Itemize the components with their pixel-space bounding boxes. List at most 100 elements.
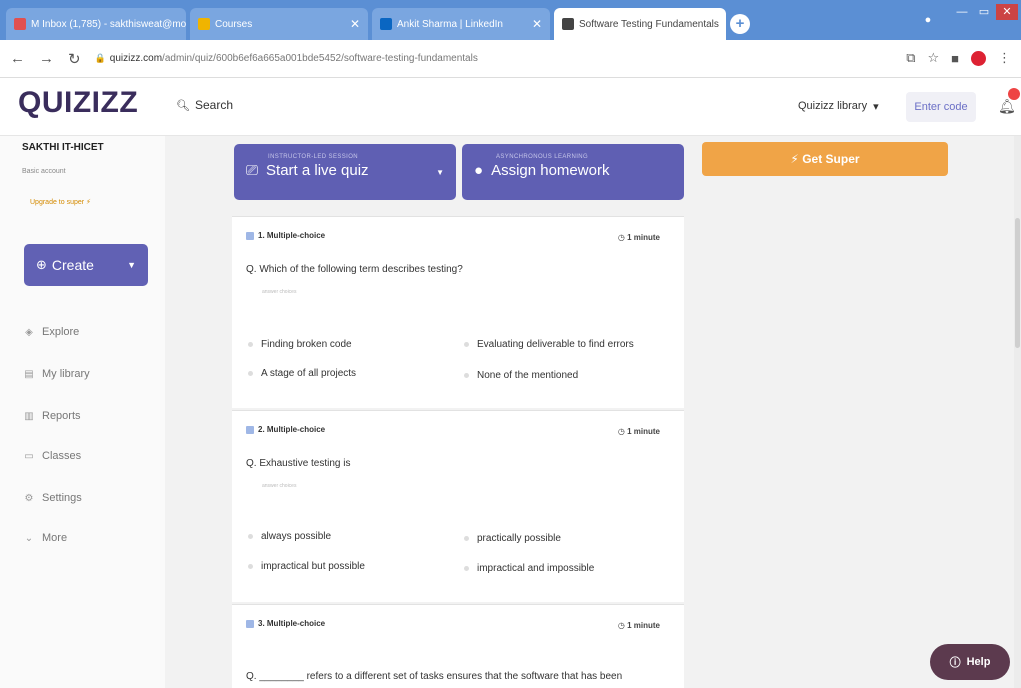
chevron-down-icon: ▼	[127, 260, 136, 270]
assign-homework-button[interactable]: ASYNCHRONOUS LEARNING ● Assign homework	[462, 144, 684, 200]
sidebar-item-label: Reports	[42, 410, 81, 422]
sidebar-item-explore[interactable]: ◈ Explore	[24, 326, 79, 338]
time-label: 1 minute	[627, 621, 660, 630]
answer-option: practically possible	[464, 533, 561, 544]
answer-option: A stage of all projects	[248, 368, 356, 379]
minimize-icon[interactable]: —	[952, 4, 972, 20]
option-text: Finding broken code	[261, 339, 352, 350]
extension-icon[interactable]: ■	[951, 51, 959, 66]
bookmark-star-icon[interactable]: ☆	[927, 50, 939, 66]
help-label: Help	[966, 656, 991, 668]
question-text: Q. Exhaustive testing is	[246, 458, 351, 469]
quizizz-logo[interactable]: QUIZIZZ	[18, 86, 138, 120]
sidebar-item-label: Explore	[42, 326, 80, 338]
quizizz-favicon-icon	[562, 18, 574, 30]
option-text: Evaluating deliverable to find errors	[477, 339, 634, 350]
start-live-quiz-button[interactable]: INSTRUCTOR-LED SESSION ⎚ Start a live qu…	[234, 144, 456, 200]
time-label: 1 minute	[627, 233, 660, 242]
quiz-content: INSTRUCTOR-LED SESSION ⎚ Start a live qu…	[232, 136, 684, 688]
get-super-label: Get Super	[802, 152, 860, 166]
plus-circle-icon: ⊕	[36, 257, 47, 272]
option-text: impractical but possible	[261, 561, 365, 572]
courses-icon	[198, 18, 210, 30]
library-label: Quizizz library	[798, 100, 868, 112]
tab-title: M Inbox (1,785) - sakthisweat@mo	[31, 18, 186, 30]
enter-code-button[interactable]: Enter code	[906, 92, 976, 122]
question-time: ◷ 1 minute	[618, 621, 660, 630]
search-button[interactable]: 🔍︎ Search	[176, 98, 233, 112]
translate-icon[interactable]: ⧉	[906, 50, 915, 66]
sidebar-item-reports[interactable]: ▥ Reports	[24, 410, 81, 422]
new-tab-button[interactable]: +	[730, 14, 750, 34]
help-circle-icon: ⓘ	[949, 657, 961, 669]
maximize-icon[interactable]: ▭	[974, 4, 994, 20]
sidebar-item-label: Settings	[42, 492, 82, 504]
app-header: QUIZIZZ 🔍︎ Search Quizizz library ▾ Ente…	[0, 78, 1021, 136]
browser-tab-bar: M Inbox (1,785) - sakthisweat@mo ✕ Cours…	[0, 0, 1021, 40]
question-text: Q. Which of the following term describes…	[246, 264, 463, 275]
browser-tab-quizizz[interactable]: Software Testing Fundamentals ✕	[554, 8, 726, 40]
url-field[interactable]: 🔒 quizizz.com /admin/quiz/600b6ef6a665a0…	[95, 53, 478, 64]
reports-icon: ▥	[24, 410, 34, 422]
answer-option: impractical and impossible	[464, 563, 594, 574]
option-text: practically possible	[477, 533, 561, 544]
upgrade-label: Upgrade to super	[30, 199, 85, 206]
get-super-button[interactable]: ⚡ Get Super	[702, 142, 948, 176]
sidebar-item-more[interactable]: ⌄ More	[24, 532, 67, 544]
option-marker-icon	[248, 371, 253, 376]
linkedin-icon	[380, 18, 392, 30]
back-icon[interactable]: ←	[10, 50, 25, 67]
option-marker-icon	[464, 373, 469, 378]
tab-title: Ankit Sharma | LinkedIn	[397, 18, 503, 30]
time-label: 1 minute	[627, 427, 660, 436]
browser-tab-linkedin[interactable]: Ankit Sharma | LinkedIn ✕	[372, 8, 550, 40]
create-button[interactable]: ⊕ Create ▼	[24, 244, 148, 286]
lock-icon: 🔒	[94, 53, 106, 63]
sidebar-item-label: My library	[42, 368, 90, 380]
presentation-icon: ⎚	[246, 162, 259, 179]
reload-icon[interactable]: ↻	[68, 50, 81, 68]
upgrade-link[interactable]: Upgrade to super ⚡	[30, 198, 91, 206]
question-header: 3. Multiple-choice	[246, 619, 325, 628]
menu-dots-icon[interactable]: ⋮	[998, 50, 1011, 66]
scrollbar-thumb[interactable]	[1015, 218, 1020, 348]
option-marker-icon	[464, 536, 469, 541]
library-dropdown[interactable]: Quizizz library ▾	[798, 100, 879, 113]
sidebar-item-label: More	[42, 532, 68, 544]
search-icon: 🔍︎	[176, 99, 190, 112]
answer-choices-label: answer choices	[262, 483, 297, 489]
option-marker-icon	[248, 534, 253, 539]
url-path: /admin/quiz/600b6ef6a665a001bde5452/soft…	[162, 53, 478, 64]
window-close-icon[interactable]: ✕	[996, 4, 1018, 20]
sidebar-item-settings[interactable]: ⚙ Settings	[24, 492, 82, 504]
multiple-choice-icon	[246, 231, 254, 240]
option-text: impractical and impossible	[477, 563, 595, 574]
chevron-down-icon: ⌄	[24, 532, 34, 544]
question-time: ◷ 1 minute	[618, 427, 660, 436]
clock-icon: ◷	[617, 427, 625, 436]
answer-option: impractical but possible	[248, 561, 365, 572]
clock-icon: ●	[474, 162, 484, 179]
gmail-icon	[14, 18, 26, 30]
profile-icon[interactable]: ●	[920, 12, 936, 28]
sidebar-item-my-library[interactable]: ▤ My library	[24, 368, 90, 380]
bell-icon[interactable]: 🔔︎	[998, 98, 1016, 115]
question-type: 3. Multiple-choice	[258, 619, 326, 628]
forward-icon[interactable]: →	[39, 50, 54, 67]
help-button[interactable]: ⓘ Help	[930, 644, 1010, 680]
lightning-icon: ⚡	[790, 152, 799, 166]
close-icon[interactable]: ✕	[526, 17, 542, 31]
homework-label: Assign homework	[491, 162, 610, 179]
profile-avatar-icon[interactable]	[971, 50, 986, 66]
sidebar-item-classes[interactable]: ▭ Classes	[24, 450, 81, 462]
browser-toolbar: ⧉ ☆ ■ ⋮	[906, 50, 1011, 66]
close-icon[interactable]: ✕	[719, 17, 726, 31]
clock-icon: ◷	[617, 621, 625, 630]
browser-tab-gmail[interactable]: M Inbox (1,785) - sakthisweat@mo ✕	[6, 8, 186, 40]
compass-icon: ◈	[25, 326, 33, 338]
tab-title: Software Testing Fundamentals	[579, 18, 719, 30]
option-text: A stage of all projects	[261, 368, 357, 379]
answer-option: Evaluating deliverable to find errors	[464, 339, 634, 350]
browser-tab-courses[interactable]: Courses ✕	[190, 8, 368, 40]
close-icon[interactable]: ✕	[344, 17, 360, 31]
